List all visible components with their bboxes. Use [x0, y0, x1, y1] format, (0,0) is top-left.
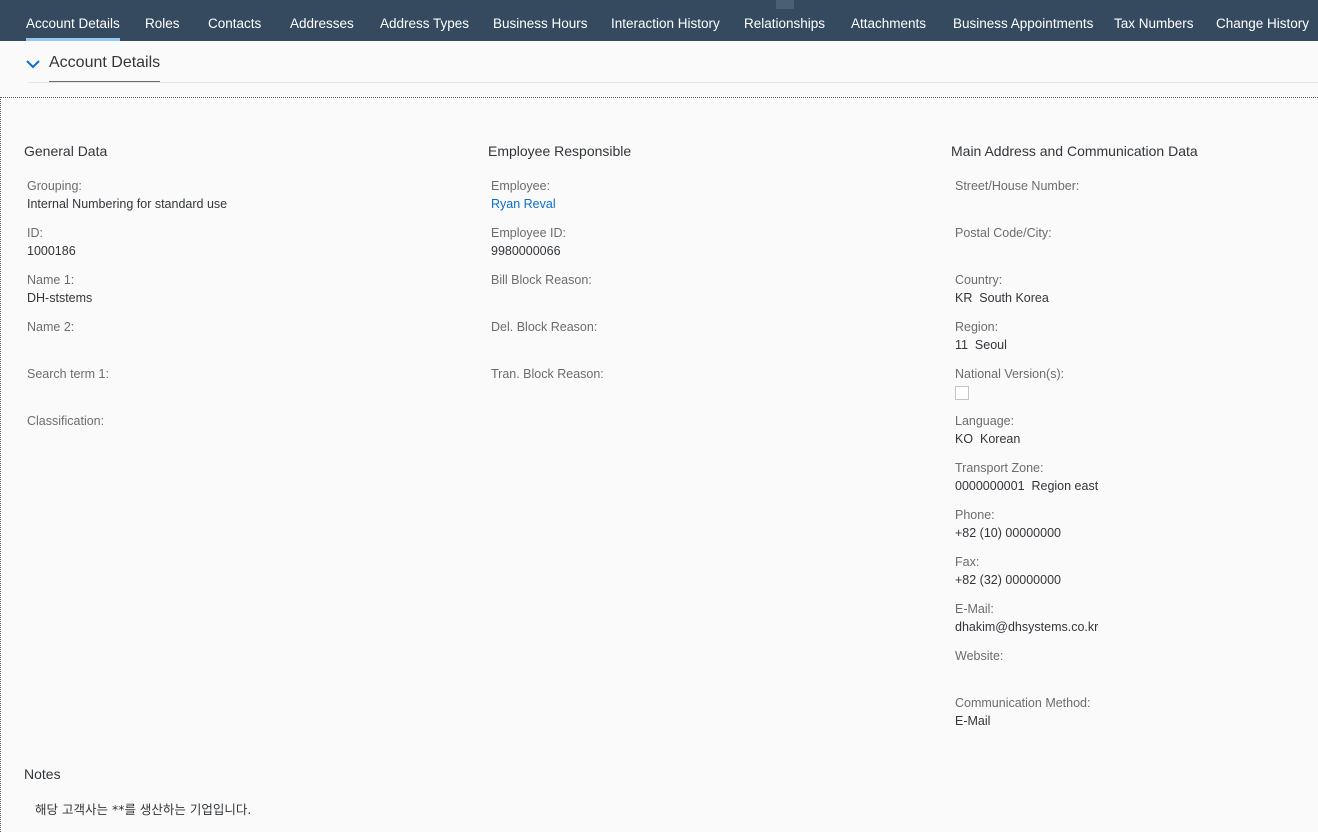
- grouping-label: Grouping:: [27, 179, 82, 193]
- language-label: Language:: [955, 414, 1015, 428]
- tab-contacts[interactable]: Contacts: [208, 0, 261, 41]
- employee-link[interactable]: Ryan Reval: [491, 197, 556, 211]
- fax-value: +82 (32) 00000000: [955, 573, 1061, 587]
- tab-addresses[interactable]: Addresses: [290, 0, 354, 41]
- comm-method-label: Communication Method:: [955, 696, 1091, 710]
- fax-label: Fax:: [955, 555, 980, 569]
- tab-roles[interactable]: Roles: [145, 0, 180, 41]
- section-divider: [28, 82, 1318, 83]
- name1-label: Name 1:: [27, 273, 75, 287]
- employee-responsible-title: Employee Responsible: [488, 143, 632, 159]
- notes-title: Notes: [24, 766, 61, 782]
- classification-label: Classification:: [27, 414, 105, 428]
- id-label: ID:: [27, 226, 43, 240]
- general-data-title: General Data: [24, 143, 108, 159]
- section-title[interactable]: Account Details: [49, 54, 160, 77]
- email-value: dhakim@dhsystems.co.kr: [955, 620, 1099, 634]
- national-version-checkbox[interactable]: [955, 386, 969, 400]
- main-address-title: Main Address and Communication Data: [951, 143, 1198, 159]
- notes-text: 해당 고객사는 **를 생산하는 기업입니다.: [35, 802, 252, 817]
- email-label: E-Mail:: [955, 602, 994, 616]
- employee-id-value: 9980000066: [491, 244, 561, 258]
- tab-account-details[interactable]: Account Details: [26, 0, 120, 41]
- del-block-label: Del. Block Reason:: [491, 320, 598, 334]
- street-label: Street/House Number:: [955, 179, 1080, 193]
- tab-address-types[interactable]: Address Types: [380, 0, 469, 41]
- tab-interaction-history[interactable]: Interaction History: [611, 0, 720, 41]
- postal-label: Postal Code/City:: [955, 226, 1052, 240]
- region-label: Region:: [955, 320, 999, 334]
- tran-block-label: Tran. Block Reason:: [491, 367, 604, 381]
- tab-business-appointments[interactable]: Business Appointments: [953, 0, 1093, 41]
- comm-method-value: E-Mail: [955, 714, 991, 728]
- employee-id-label: Employee ID:: [491, 226, 567, 240]
- country-label: Country:: [955, 273, 1003, 287]
- tab-attachments[interactable]: Attachments: [851, 0, 926, 41]
- phone-label: Phone:: [955, 508, 995, 522]
- tab-tax-numbers[interactable]: Tax Numbers: [1114, 0, 1194, 41]
- bill-block-label: Bill Block Reason:: [491, 273, 592, 287]
- grouping-value: Internal Numbering for standard use: [27, 197, 228, 211]
- tab-business-hours[interactable]: Business Hours: [493, 0, 588, 41]
- phone-value: +82 (10) 00000000: [955, 526, 1061, 540]
- chevron-down-icon[interactable]: [24, 55, 42, 73]
- tab-bar: Account Details Roles Contacts Addresses…: [0, 0, 1318, 41]
- account-details-content: General Data Grouping: Internal Numberin…: [0, 97, 1318, 832]
- region-value: 11 Seoul: [955, 338, 1007, 352]
- name2-label: Name 2:: [27, 320, 75, 334]
- section-header: Account Details: [0, 41, 1318, 97]
- language-value: KO Korean: [955, 432, 1021, 446]
- national-version-label: National Version(s):: [955, 367, 1065, 381]
- country-value: KR South Korea: [955, 291, 1049, 305]
- transport-zone-label: Transport Zone:: [955, 461, 1044, 475]
- tab-change-history[interactable]: Change History: [1216, 0, 1309, 41]
- name1-value: DH-ststems: [27, 291, 93, 305]
- search-term-label: Search term 1:: [27, 367, 109, 381]
- employee-label: Employee:: [491, 179, 551, 193]
- transport-zone-value: 0000000001 Region east: [955, 479, 1099, 493]
- website-label: Website:: [955, 649, 1004, 663]
- tab-relationships[interactable]: Relationships: [744, 0, 825, 41]
- id-value: 1000186: [27, 244, 76, 258]
